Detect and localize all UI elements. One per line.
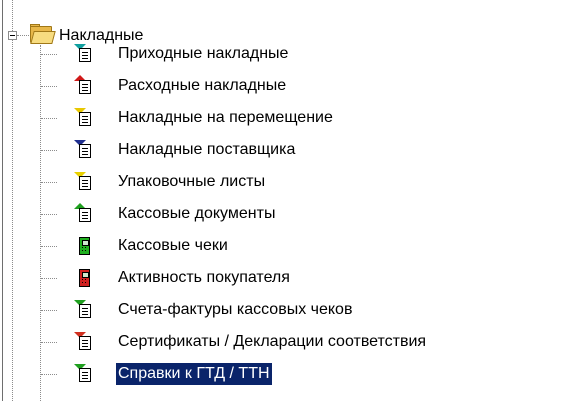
- tree-node-label: Кассовые чеки: [118, 237, 228, 254]
- tree-line: [41, 342, 57, 343]
- customs-references-icon: [74, 364, 94, 384]
- tree-node-incoming-invoice[interactable]: Приходные накладные: [116, 40, 290, 68]
- tree-line: [41, 310, 57, 311]
- folder-open-icon: [29, 23, 56, 45]
- tree-line: [41, 214, 57, 215]
- tree-node-label: Приходные накладные: [118, 45, 289, 62]
- outgoing-invoice-icon: [74, 75, 94, 96]
- tree-line: [41, 118, 57, 119]
- tree-line: [41, 182, 57, 183]
- tree-line: [12, 40, 13, 401]
- tree-node-label: Счета-фактуры кассовых чеков: [118, 301, 353, 318]
- tree-left-border: [2, 0, 3, 401]
- tree-line: [40, 45, 41, 401]
- tree-line: [41, 278, 57, 279]
- tree-line: [41, 150, 57, 151]
- tree-node-supplier-invoice[interactable]: Накладные поставщика: [116, 136, 297, 164]
- packing-list-icon: [74, 172, 94, 192]
- tree-node-label: Накладные на перемещение: [118, 109, 333, 126]
- certificates-icon: [74, 332, 94, 352]
- incoming-invoice-icon: [74, 44, 94, 64]
- tree-node-receipt-invoices[interactable]: Счета-фактуры кассовых чеков: [116, 296, 354, 324]
- tree-node-label: Справки к ГТД / ТТН: [115, 362, 273, 386]
- tree-line: [41, 246, 57, 247]
- tree-node-certificates[interactable]: Сертификаты / Декларации соответствия: [116, 328, 428, 356]
- customer-activity-icon: [74, 268, 94, 288]
- tree-node-cash-receipts[interactable]: Кассовые чеки: [116, 232, 230, 260]
- tree-node-outgoing-invoice[interactable]: Расходные накладные: [116, 72, 288, 100]
- tree-node-label: Упаковочные листы: [118, 173, 266, 190]
- tree-line: [41, 374, 57, 375]
- tree-view: Накладные Приходные накладные Расходные н…: [0, 0, 565, 401]
- tree-node-label: Накладные поставщика: [118, 141, 296, 158]
- tree-line: [17, 35, 29, 36]
- tree-line: [12, 0, 13, 31]
- tree-line: [41, 86, 57, 87]
- tree-node-label: Активность покупателя: [118, 269, 290, 286]
- tree-node-customs-references[interactable]: Справки к ГТД / ТТН: [115, 360, 273, 388]
- cash-receipts-icon: [74, 236, 94, 256]
- tree-node-label: Сертификаты / Декларации соответствия: [118, 333, 427, 350]
- transfer-invoice-icon: [74, 108, 94, 128]
- tree-node-transfer-invoice[interactable]: Накладные на перемещение: [116, 104, 335, 132]
- collapse-toggle[interactable]: [8, 31, 17, 40]
- tree-node-packing-list[interactable]: Упаковочные листы: [116, 168, 267, 196]
- tree-line: [41, 54, 57, 55]
- tree-node-label: Кассовые документы: [118, 205, 276, 222]
- tree-node-cash-documents[interactable]: Кассовые документы: [116, 200, 277, 228]
- tree-node-label: Расходные накладные: [118, 77, 287, 94]
- receipt-invoices-icon: [74, 300, 94, 320]
- supplier-invoice-icon: [74, 140, 94, 160]
- cash-documents-icon: [74, 203, 94, 224]
- tree-node-customer-activity[interactable]: Активность покупателя: [116, 264, 292, 292]
